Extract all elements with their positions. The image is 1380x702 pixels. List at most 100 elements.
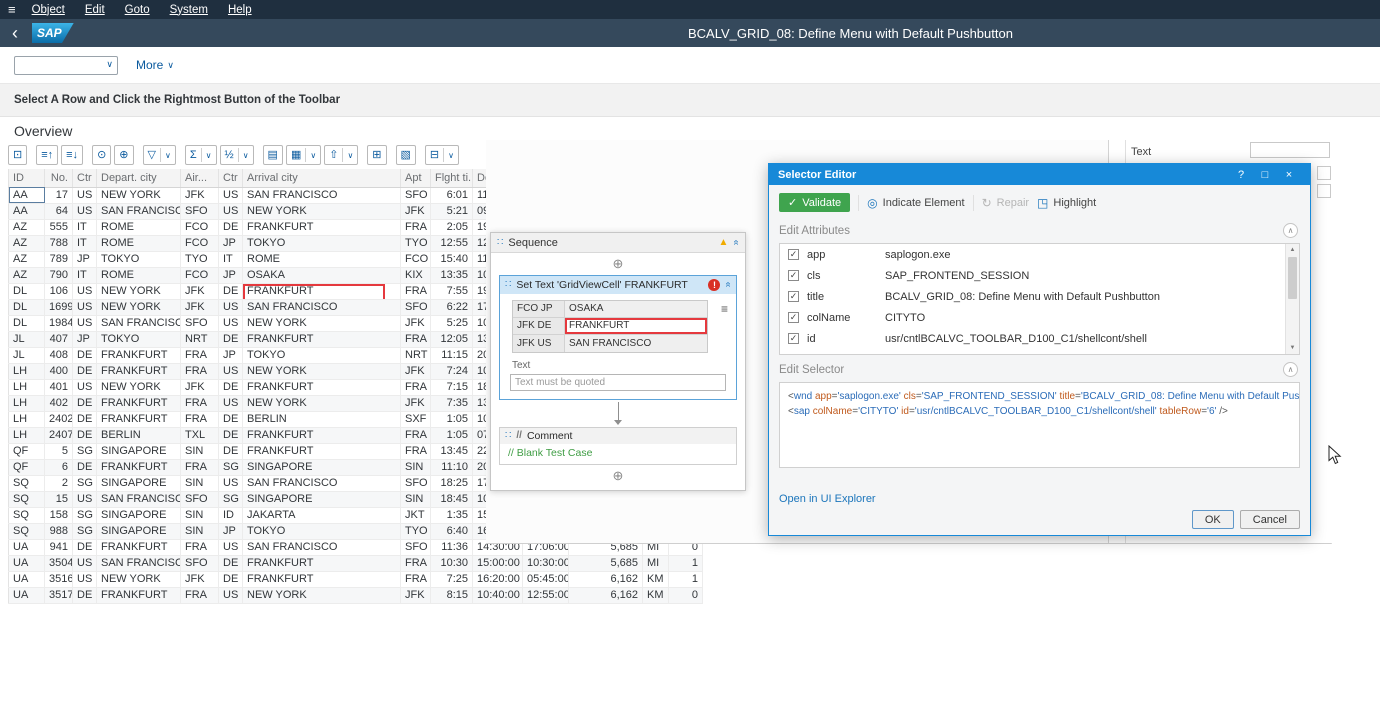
table-cell[interactable]: DE: [218, 571, 243, 588]
table-cell[interactable]: 11:10: [430, 459, 473, 476]
choose-layout-button[interactable]: ⊞: [367, 145, 387, 165]
table-cell[interactable]: TYO: [180, 251, 219, 268]
column-header[interactable]: No.: [44, 169, 73, 188]
table-cell[interactable]: SAN FRANCISCO: [242, 475, 401, 492]
table-cell[interactable]: 12:55:00: [522, 587, 569, 604]
table-cell[interactable]: 1: [668, 555, 703, 572]
table-cell[interactable]: 408: [44, 347, 73, 364]
table-cell[interactable]: DE: [72, 459, 97, 476]
attribute-value[interactable]: SAP_FRONTEND_SESSION: [885, 270, 1291, 282]
table-cell[interactable]: NEW YORK: [242, 587, 401, 604]
table-cell[interactable]: 05:45:00: [522, 571, 569, 588]
table-cell[interactable]: FRANKFURT: [242, 427, 401, 444]
cancel-button[interactable]: Cancel: [1239, 510, 1300, 529]
table-cell[interactable]: NEW YORK: [242, 395, 401, 412]
table-cell[interactable]: OSAKA: [242, 267, 401, 284]
table-cell[interactable]: 988: [44, 523, 73, 540]
dialog-titlebar[interactable]: Selector Editor ? □ ×: [769, 164, 1310, 185]
table-cell[interactable]: US: [218, 395, 243, 412]
table-cell[interactable]: 1:35: [430, 507, 473, 524]
table-cell[interactable]: SAN FRANCISCO: [96, 491, 181, 508]
table-cell[interactable]: US: [218, 315, 243, 332]
table-cell[interactable]: TYO: [400, 235, 431, 252]
table-cell[interactable]: 6:01: [430, 187, 473, 204]
table-cell[interactable]: JL: [8, 331, 45, 348]
table-cell[interactable]: 12:55: [430, 235, 473, 252]
table-cell[interactable]: SINGAPORE: [242, 491, 401, 508]
table-cell[interactable]: JL: [8, 347, 45, 364]
table-cell[interactable]: JP: [72, 251, 97, 268]
hamburger-menu-icon[interactable]: ≡: [721, 302, 728, 316]
table-cell[interactable]: DE: [72, 539, 97, 556]
attribute-value[interactable]: CITYTO: [885, 312, 1291, 324]
table-cell[interactable]: LH: [8, 427, 45, 444]
table-cell[interactable]: 10:30:00: [522, 555, 569, 572]
table-cell[interactable]: JP: [218, 523, 243, 540]
table-cell[interactable]: ROME: [96, 235, 181, 252]
table-cell[interactable]: FRANKFURT: [242, 379, 401, 396]
table-cell[interactable]: JFK: [180, 299, 219, 316]
subtotals-button[interactable]: ½ ∨: [219, 145, 254, 165]
dropdown-icon[interactable]: ∨: [305, 148, 316, 162]
sort-descending-button[interactable]: ≡↓: [61, 145, 84, 165]
sequence-header[interactable]: ∷ Sequence ▲ «: [491, 233, 745, 253]
table-cell[interactable]: 790: [44, 267, 73, 284]
table-cell[interactable]: FRA: [180, 411, 219, 428]
table-cell[interactable]: 5:25: [430, 315, 473, 332]
selector-editor-textbox[interactable]: <wnd app='saplogon.exe' cls='SAP_FRONTEN…: [779, 382, 1300, 468]
table-cell[interactable]: NEW YORK: [96, 299, 181, 316]
table-cell[interactable]: 18:25: [430, 475, 473, 492]
attribute-checkbox[interactable]: ✓: [788, 333, 799, 344]
more-button[interactable]: More ∨: [136, 58, 174, 72]
graphic-button[interactable]: ▧: [395, 145, 416, 165]
details-button[interactable]: ⊡: [8, 145, 28, 165]
table-cell[interactable]: 3504: [44, 555, 73, 572]
table-cell[interactable]: SFO: [180, 315, 219, 332]
table-cell[interactable]: SAN FRANCISCO: [96, 555, 181, 572]
table-cell[interactable]: AZ: [8, 251, 45, 268]
table-cell[interactable]: DE: [218, 443, 243, 460]
set-text-activity[interactable]: ∷ Set Text 'GridViewCell' FRANKFURT ! « …: [499, 274, 737, 400]
table-cell[interactable]: FRANKFURT: [242, 571, 401, 588]
table-cell[interactable]: 7:24: [430, 363, 473, 380]
table-cell[interactable]: AZ: [8, 267, 45, 284]
table-cell[interactable]: 10:30: [430, 555, 473, 572]
column-header[interactable]: Apt: [400, 169, 431, 188]
table-row[interactable]: UA 3516 US NEW YORK JFK DE FRANKFURT FRA 7:25 16:…: [8, 571, 703, 588]
table-cell[interactable]: QF: [8, 459, 45, 476]
table-cell[interactable]: AA: [8, 187, 45, 204]
collapse-icon[interactable]: ∧: [1283, 223, 1298, 238]
table-cell[interactable]: FRA: [400, 219, 431, 236]
table-cell[interactable]: JFK: [180, 571, 219, 588]
attribute-row[interactable]: ✓ title BCALV_GRID_08: Define Menu with De…: [780, 286, 1299, 307]
column-header[interactable]: Flght ti...: [430, 169, 473, 188]
table-cell[interactable]: JKT: [400, 507, 431, 524]
table-cell[interactable]: 1699: [44, 299, 73, 316]
comment-activity[interactable]: ∷ // Comment // Blank Test Case: [499, 426, 737, 465]
table-cell[interactable]: FRA: [400, 283, 431, 300]
dropdown-icon[interactable]: ∨: [443, 148, 454, 162]
table-cell[interactable]: FRA: [180, 347, 219, 364]
table-cell[interactable]: SIN: [180, 475, 219, 492]
table-cell[interactable]: SAN FRANCISCO: [242, 299, 401, 316]
table-cell[interactable]: US: [72, 555, 97, 572]
table-cell[interactable]: FRANKFURT: [96, 411, 181, 428]
table-cell[interactable]: IT: [72, 219, 97, 236]
table-cell[interactable]: DE: [72, 347, 97, 364]
table-cell[interactable]: FRANKFURT: [96, 347, 181, 364]
table-cell[interactable]: IT: [72, 235, 97, 252]
table-cell[interactable]: FRANKFURT: [242, 331, 401, 348]
table-cell[interactable]: SQ: [8, 523, 45, 540]
table-cell[interactable]: 788: [44, 235, 73, 252]
table-cell[interactable]: FRANKFURT: [96, 587, 181, 604]
table-cell[interactable]: FRA: [400, 555, 431, 572]
table-cell[interactable]: FRANKFURT: [96, 539, 181, 556]
table-cell[interactable]: US: [218, 363, 243, 380]
menu-edit[interactable]: Edit: [85, 4, 105, 16]
attribute-checkbox[interactable]: ✓: [788, 270, 799, 281]
attribute-checkbox[interactable]: ✓: [788, 312, 799, 323]
table-cell[interactable]: DE: [218, 379, 243, 396]
table-cell[interactable]: FRANKFURT: [242, 283, 401, 300]
indicate-element-button[interactable]: ◎ Indicate Element: [867, 197, 964, 209]
set-text-header[interactable]: ∷ Set Text 'GridViewCell' FRANKFURT ! «: [500, 275, 736, 294]
